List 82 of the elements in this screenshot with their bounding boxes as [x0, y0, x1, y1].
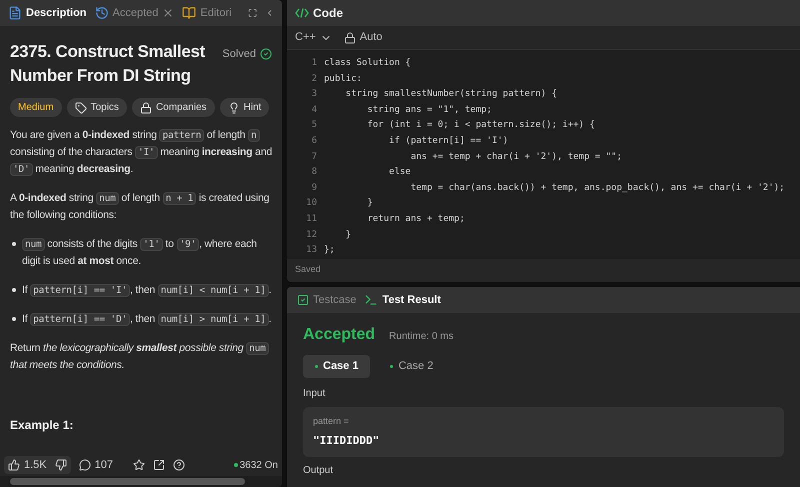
code-line: public: [323, 72, 362, 86]
code-icon [295, 8, 309, 18]
problem-title[interactable]: 2375. Construct Smallest Number From DI String [10, 40, 222, 88]
history-icon [94, 6, 109, 20]
comment-count: 107 [94, 458, 113, 473]
check-circle-icon [260, 48, 272, 60]
input-label: Input [303, 387, 326, 401]
star-icon[interactable] [133, 459, 145, 471]
description-paragraph: Return the lexicographically smallest possible string num that meets the conditions. [10, 340, 272, 374]
bullet-text: If pattern[i] == 'I' , then num[i] < num[i + 1] . [22, 283, 272, 299]
panel-tab[interactable]: Testcase [297, 292, 356, 308]
description-paragraph: A 0-indexed string num of length n + 1 is created using the following conditions: [10, 191, 270, 223]
panel-tab[interactable]: Test Result [364, 292, 441, 308]
param-value: "IIIDIDDD" [313, 432, 380, 448]
line-number: 4 [310, 104, 318, 117]
code-line: for (int i = 0; i < pattern.size(); i++) { [366, 119, 595, 132]
terminal-icon [364, 293, 378, 307]
line-number: 9 [310, 182, 318, 195]
difficulty-label: Medium [10, 98, 62, 117]
code-line: temp = char(ans.back()) + temp, ans.pop_back(), ans += char(i + '2'); [410, 182, 785, 195]
help-icon[interactable] [173, 459, 185, 471]
fullscreen-icon[interactable] [248, 6, 257, 20]
thumbs-up-icon[interactable] [8, 459, 20, 471]
tag-button[interactable]: Hint [220, 98, 270, 117]
panel-title: Code [313, 5, 343, 22]
line-number: 7 [310, 150, 318, 164]
runtime-text: Runtime: 0 ms [389, 330, 454, 344]
checkbox-icon [297, 294, 309, 306]
line-number: 8 [310, 166, 318, 180]
thumbs-down-icon[interactable] [54, 459, 67, 471]
document-icon [8, 6, 22, 20]
code-line: }; [323, 244, 335, 258]
like-count: 1.5K [24, 458, 47, 473]
horizontal-scrollbar[interactable] [0, 476, 282, 487]
code-line: else [388, 166, 411, 180]
line-number: 13 [305, 244, 318, 258]
verdict-text: Accepted [303, 325, 376, 345]
code-line: string ans = "1", temp; [366, 104, 492, 117]
code-line: } [366, 197, 373, 210]
line-number: 2 [310, 72, 318, 86]
code-line: return ans + temp; [366, 212, 465, 226]
share-icon[interactable] [153, 459, 165, 471]
bullet-text: num consists of the digits '1' to '9' , where each digit is used at most once. [22, 237, 258, 269]
online-count: 3632 On [240, 458, 278, 472]
line-number: 10 [305, 197, 318, 210]
language-dropdown[interactable]: C++ [295, 29, 332, 46]
lock-icon [140, 102, 152, 114]
code-line: ans += temp + char(i + '2'), temp = ""; [410, 150, 622, 164]
line-number: 5 [310, 119, 318, 132]
code-line: class Solution { [323, 57, 411, 70]
comment-icon[interactable] [78, 459, 91, 471]
example-heading: Example 1: [10, 418, 74, 432]
line-number: 6 [310, 134, 318, 148]
bullet-icon [12, 317, 16, 321]
tag-button[interactable]: Companies [132, 98, 215, 117]
lightbulb-icon [228, 102, 240, 114]
lock-icon [344, 32, 356, 44]
line-number: 11 [305, 212, 318, 226]
case-tab[interactable]: Case 2 [378, 355, 446, 378]
save-status: Saved [287, 258, 800, 282]
close-icon[interactable] [162, 7, 174, 19]
solved-status: Solved [222, 47, 256, 62]
code-line: if (pattern[i] == 'I') [388, 134, 508, 148]
bullet-text: If pattern[i] == 'D' , then num[i] > num[i + 1] . [22, 312, 272, 328]
code-line: string smallestNumber(string pattern) { [344, 88, 557, 102]
panel-tab[interactable]: Description [8, 4, 87, 22]
mode-label: Auto [360, 30, 382, 46]
line-number: 1 [310, 57, 318, 70]
panel-tab[interactable]: Editori [182, 4, 232, 22]
panel-tab[interactable]: Accepted [94, 4, 174, 22]
case-tab[interactable]: Case 1 [303, 355, 370, 378]
description-paragraph: You are given a 0-indexed string pattern of length n consisting of the characters 'I' meaning increasing and 'D' meaning decreasing. [10, 128, 272, 178]
tag-button[interactable]: Topics [66, 98, 127, 117]
output-label: Output [303, 464, 334, 478]
line-number: 3 [310, 88, 318, 102]
bullet-icon [12, 242, 16, 246]
param-name: pattern = [313, 415, 350, 428]
line-number: 12 [305, 228, 318, 242]
bullet-icon [12, 288, 16, 292]
book-icon [182, 6, 196, 20]
code-line: } [344, 228, 352, 242]
tag-icon [74, 102, 87, 114]
